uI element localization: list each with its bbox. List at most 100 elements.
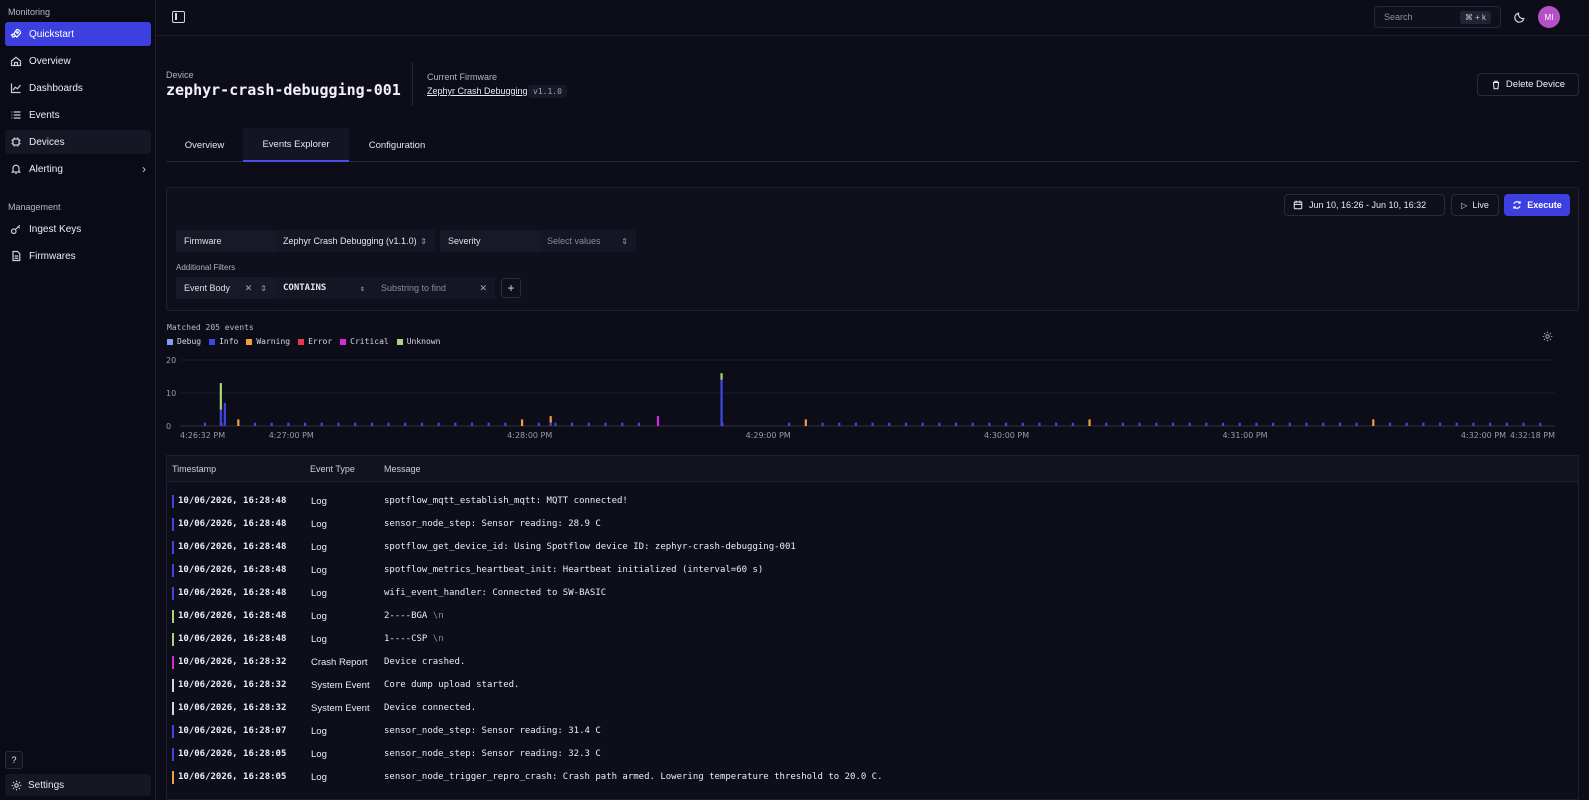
- histogram-bar[interactable]: [203, 422, 207, 426]
- histogram-bar[interactable]: [1422, 422, 1425, 426]
- histogram-bar[interactable]: [1238, 422, 1241, 426]
- histogram-bar[interactable]: [1055, 422, 1058, 426]
- histogram-bar[interactable]: [804, 419, 807, 426]
- histogram-bar[interactable]: [387, 422, 390, 426]
- sidebar-item-alerting[interactable]: Alerting ›: [5, 157, 151, 181]
- histogram-bar[interactable]: [1322, 422, 1325, 426]
- histogram-bar[interactable]: [1305, 422, 1308, 426]
- histogram-bar[interactable]: [1205, 422, 1208, 426]
- histogram-bar[interactable]: [219, 383, 222, 410]
- col-event-type[interactable]: Event Type: [310, 464, 355, 474]
- histogram-bar[interactable]: [253, 422, 257, 426]
- histogram-bar[interactable]: [1455, 422, 1458, 426]
- histogram-bar[interactable]: [1388, 422, 1392, 426]
- histogram-bar[interactable]: [788, 422, 791, 426]
- histogram-bar[interactable]: [554, 422, 557, 426]
- histogram-bar[interactable]: [1171, 422, 1175, 426]
- table-row[interactable]: 10/06/2026, 16:28:32 Crash Report Device c…: [167, 651, 1578, 674]
- legend-item-unknown[interactable]: Unknown: [396, 337, 440, 346]
- histogram-bar[interactable]: [938, 422, 941, 426]
- legend-item-critical[interactable]: Critical: [340, 337, 389, 346]
- histogram-bar[interactable]: [1071, 422, 1074, 426]
- histogram-bar[interactable]: [821, 422, 824, 426]
- sidebar-item-overview[interactable]: Overview: [5, 49, 151, 73]
- histogram-bar[interactable]: [1288, 422, 1291, 426]
- severity-select[interactable]: Select values ⇕: [539, 230, 636, 252]
- histogram-bar[interactable]: [871, 422, 874, 426]
- clear-icon[interactable]: ✕: [245, 283, 253, 294]
- histogram-bar[interactable]: [1438, 422, 1442, 426]
- histogram-bar[interactable]: [487, 422, 490, 426]
- sidebar-item-firmwares[interactable]: Firmwares: [5, 244, 151, 268]
- table-row[interactable]: 10/06/2026, 16:28:48 Log spotflow_get_devi…: [167, 536, 1578, 559]
- table-row[interactable]: 10/06/2026, 16:28:07 Log sensor_node_step:…: [167, 720, 1578, 743]
- histogram-bar[interactable]: [287, 422, 290, 426]
- col-timestamp[interactable]: Timestamp: [172, 464, 216, 474]
- legend-item-debug[interactable]: Debug: [167, 337, 201, 346]
- histogram-bar[interactable]: [370, 422, 373, 426]
- histogram-bar[interactable]: [337, 422, 340, 426]
- histogram-bar[interactable]: [1005, 422, 1008, 426]
- date-range-button[interactable]: Jun 10, 16:26 - Jun 10, 16:32: [1284, 194, 1445, 216]
- histogram-bar[interactable]: [888, 422, 891, 426]
- histogram-bar[interactable]: [1188, 422, 1191, 426]
- legend-item-warning[interactable]: Warning: [246, 337, 290, 346]
- histogram-bar[interactable]: [656, 416, 660, 426]
- histogram-bar[interactable]: [971, 422, 974, 426]
- histogram-bar[interactable]: [320, 422, 323, 426]
- histogram-bar[interactable]: [219, 409, 222, 427]
- histogram-bar[interactable]: [1539, 422, 1542, 426]
- settings-button[interactable]: Settings: [5, 774, 151, 796]
- firmware-link[interactable]: Zephyr Crash Debugging: [427, 86, 528, 96]
- table-row[interactable]: 10/06/2026, 16:28:05 Log sensor_node_step:…: [167, 743, 1578, 766]
- table-row[interactable]: 10/06/2026, 16:28:48 Log spotflow_mqtt_est…: [167, 490, 1578, 513]
- histogram-bar[interactable]: [904, 422, 908, 426]
- help-button[interactable]: ?: [5, 751, 23, 769]
- tab-overview[interactable]: Overview: [166, 128, 243, 162]
- histogram-bar[interactable]: [437, 422, 440, 426]
- histogram-bar[interactable]: [549, 416, 552, 423]
- histogram-bar[interactable]: [270, 422, 273, 426]
- histogram-bar[interactable]: [1405, 422, 1408, 426]
- histogram-bar[interactable]: [587, 422, 590, 426]
- substring-input[interactable]: Substring to find ✕: [373, 277, 495, 299]
- sidebar-item-quickstart[interactable]: Quickstart: [5, 22, 151, 46]
- table-row[interactable]: 10/06/2026, 16:28:48 Log 1----CSP \n: [167, 628, 1578, 651]
- sidebar-item-events[interactable]: Events: [5, 103, 151, 127]
- histogram-bar[interactable]: [637, 422, 641, 426]
- histogram-bar[interactable]: [1221, 422, 1225, 426]
- events-histogram[interactable]: 20 10 0 4:26:32 PM 4:27:00 PM 4:28:00 PM 4:29:…: [160, 350, 1560, 442]
- delete-device-button[interactable]: Delete Device: [1477, 73, 1579, 96]
- histogram-bar[interactable]: [1505, 422, 1508, 426]
- histogram-bar[interactable]: [1105, 422, 1108, 426]
- histogram-bar[interactable]: [988, 422, 991, 426]
- field-select[interactable]: Event Body ✕ ⇕: [176, 277, 275, 299]
- histogram-bar[interactable]: [571, 422, 574, 426]
- histogram-bar[interactable]: [223, 402, 226, 426]
- histogram-bar[interactable]: [537, 422, 540, 426]
- search-input[interactable]: Search ⌘ + k: [1374, 6, 1501, 28]
- histogram-bar[interactable]: [1372, 419, 1375, 426]
- histogram-bar[interactable]: [720, 373, 723, 380]
- histogram-bar[interactable]: [720, 379, 723, 426]
- operator-select[interactable]: CONTAINS ⇕: [275, 277, 373, 299]
- histogram-bar[interactable]: [1338, 422, 1342, 426]
- histogram-bar[interactable]: [237, 419, 240, 426]
- histogram-bar[interactable]: [1038, 422, 1041, 426]
- table-row[interactable]: 10/06/2026, 16:28:32 System Event Core dum…: [167, 674, 1578, 697]
- firmware-select[interactable]: Zephyr Crash Debugging (v1.1.0) ⇕: [275, 230, 435, 252]
- histogram-bar[interactable]: [1121, 422, 1125, 426]
- tab-configuration[interactable]: Configuration: [349, 128, 445, 162]
- histogram-bar[interactable]: [354, 422, 357, 426]
- sidebar-item-devices[interactable]: Devices: [5, 130, 151, 154]
- remove-filter-icon[interactable]: ✕: [479, 283, 487, 294]
- histogram-bar[interactable]: [1138, 422, 1141, 426]
- table-row[interactable]: 10/06/2026, 16:28:32 System Event Device c…: [167, 697, 1578, 720]
- add-filter-button[interactable]: +: [501, 278, 521, 298]
- histogram-bar[interactable]: [921, 422, 924, 426]
- sidebar-item-ingest-keys[interactable]: Ingest Keys: [5, 217, 151, 241]
- histogram-bar[interactable]: [1155, 422, 1158, 426]
- table-row[interactable]: 10/06/2026, 16:28:05 Log sensor_node_trigg…: [167, 766, 1578, 789]
- tab-events-explorer[interactable]: Events Explorer: [243, 128, 349, 162]
- histogram-bar[interactable]: [1021, 422, 1024, 426]
